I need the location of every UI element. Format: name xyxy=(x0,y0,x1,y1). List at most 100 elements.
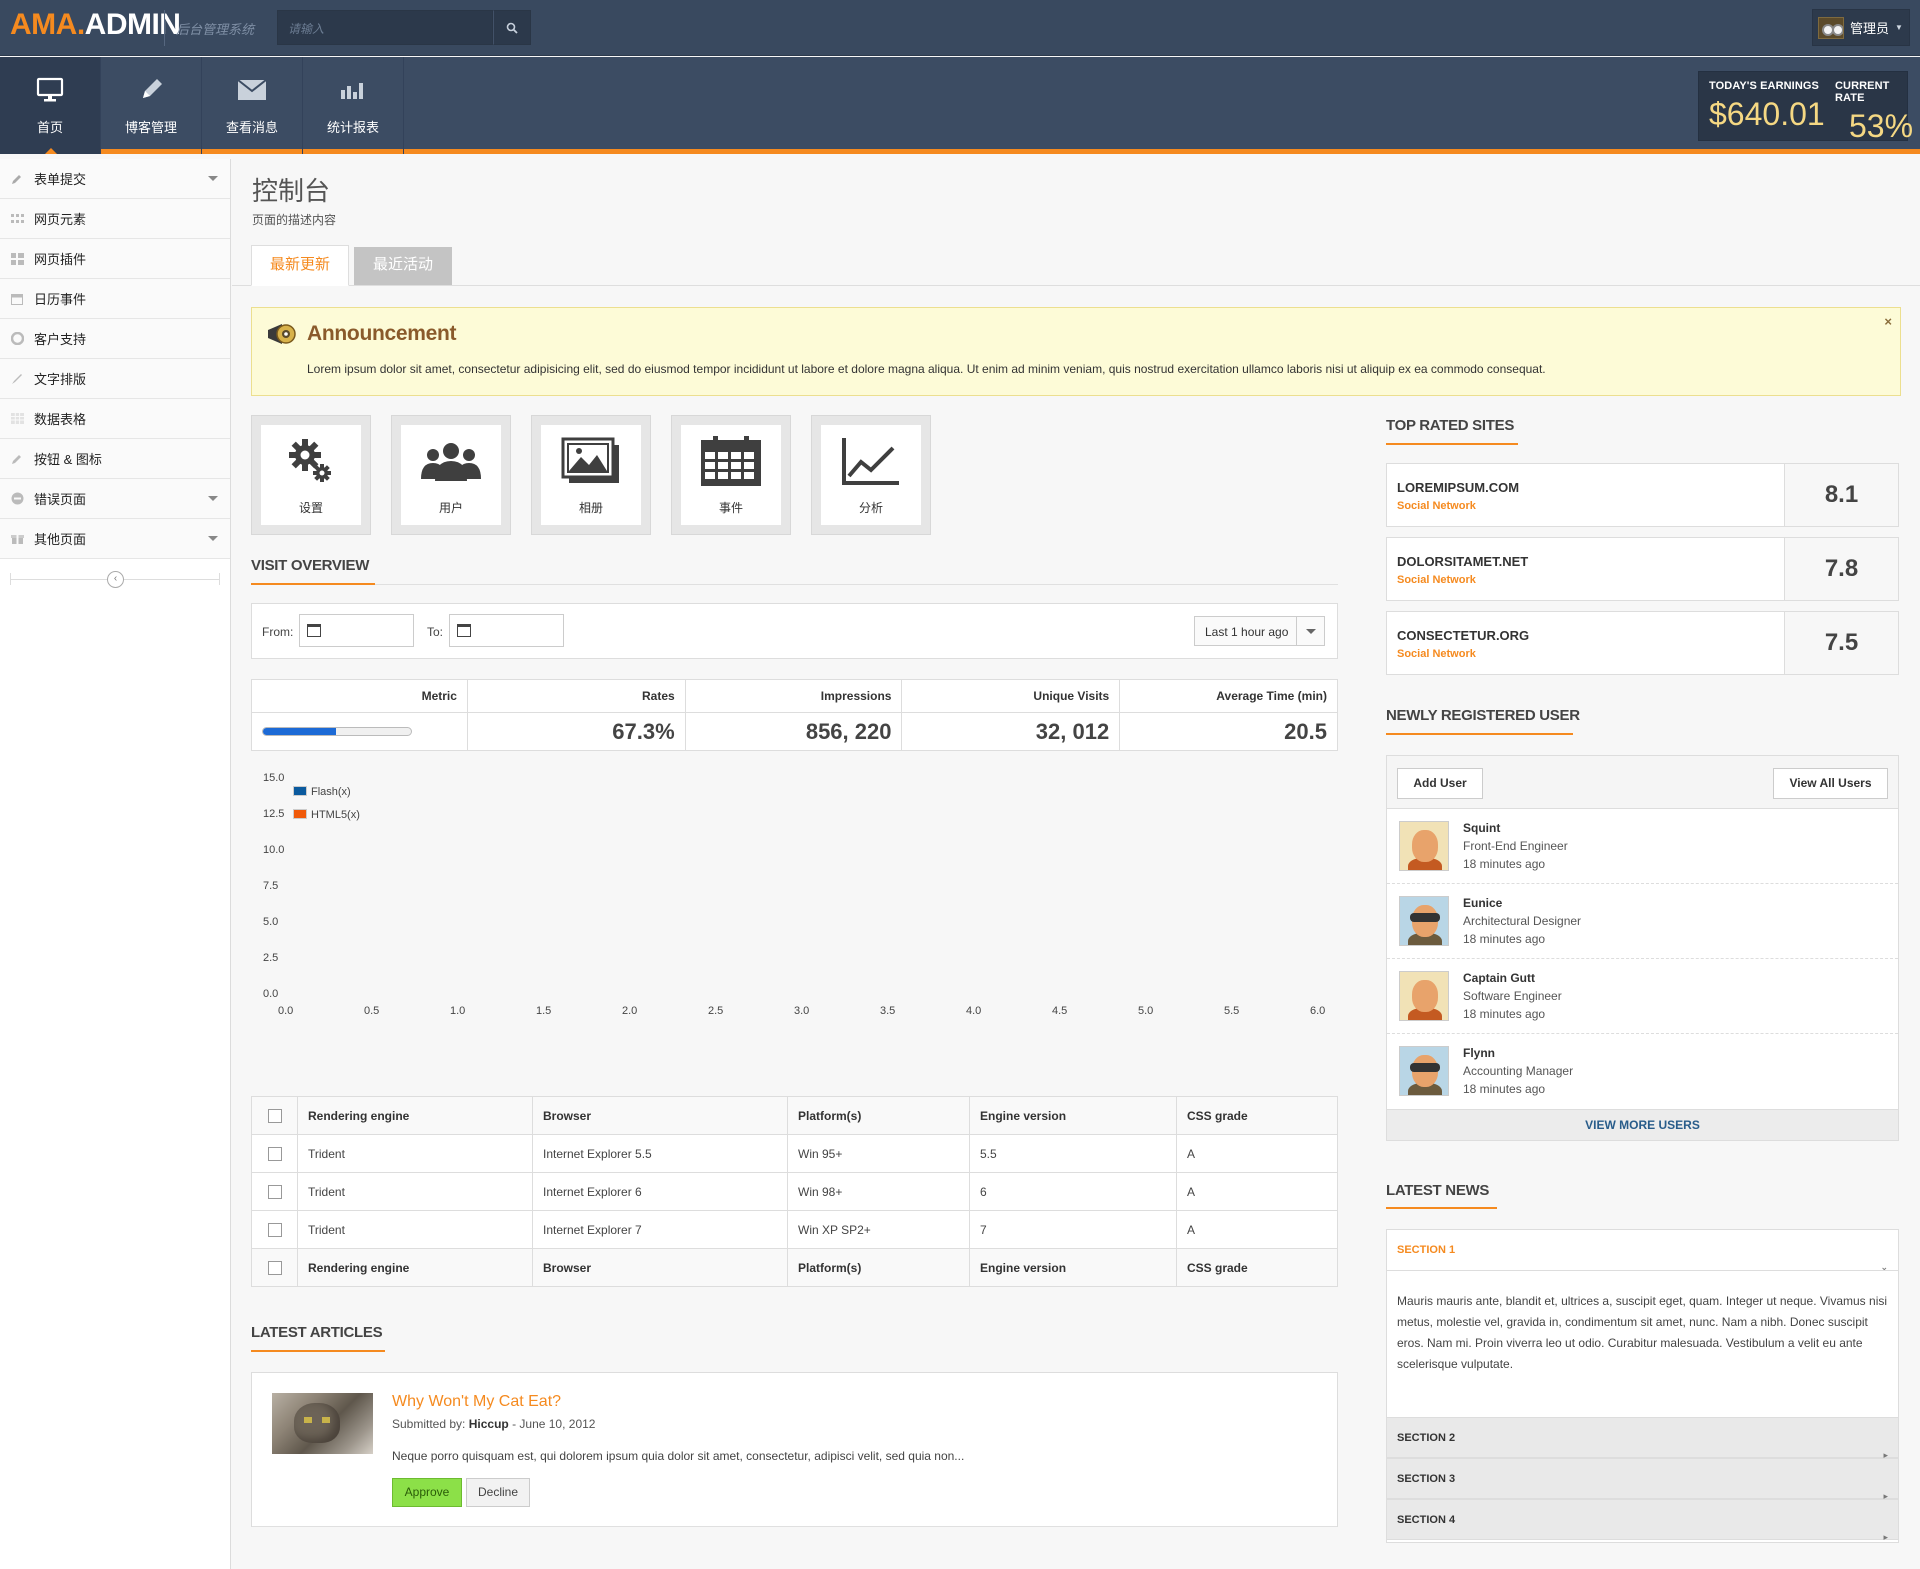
x-tick-label: 6.0 xyxy=(1310,1005,1326,1017)
decline-button[interactable]: Decline xyxy=(466,1478,530,1507)
close-button[interactable]: × xyxy=(1884,314,1892,329)
collapse-sidebar-button[interactable]: ‹ xyxy=(107,571,124,588)
sidebar-item-support[interactable]: 客户支持 xyxy=(0,319,230,359)
sidebar-item-elements[interactable]: 网页元素 xyxy=(0,199,230,239)
avatar xyxy=(1399,821,1449,871)
row-checkbox[interactable] xyxy=(251,1210,298,1249)
sidebar-item-calendar[interactable]: 日历事件 xyxy=(0,279,230,319)
site-card[interactable]: LOREMIPSUM.COM Social Network 8.1 xyxy=(1386,463,1899,527)
accordion-section-3[interactable]: SECTION 3 ▸ xyxy=(1387,1458,1898,1501)
avatar xyxy=(1399,971,1449,1021)
quick-button-analytics[interactable]: 分析 xyxy=(811,415,931,535)
table-cell: A xyxy=(1176,1210,1338,1249)
site-name: LOREMIPSUM.COM xyxy=(1397,480,1520,495)
section-underline xyxy=(1386,1207,1497,1209)
announcement: Announcement Lorem ipsum dolor sit amet,… xyxy=(251,307,1901,396)
nav-item-messages[interactable]: 查看消息 xyxy=(202,57,303,154)
tab-latest-updates[interactable]: 最新更新 xyxy=(251,245,349,286)
pencil-icon xyxy=(10,172,24,186)
unique-visits-header: Unique Visits xyxy=(901,679,1121,713)
x-tick-label: 4.5 xyxy=(1052,1005,1068,1017)
y-tick-label: 7.5 xyxy=(263,880,279,892)
calendar-icon xyxy=(10,292,24,306)
column-platforms[interactable]: Platform(s) xyxy=(787,1096,970,1135)
nav-item-blog[interactable]: 博客管理 xyxy=(101,57,202,154)
top-bar: AMA.ADMIN 后台管理系统 请输入 管理员 ▼ xyxy=(0,0,1920,56)
article-date: - June 10, 2012 xyxy=(508,1417,596,1431)
list-item[interactable]: Eunice Architectural Designer 18 minutes… xyxy=(1387,884,1898,959)
site-card[interactable]: DOLORSITAMET.NET Social Network 7.8 xyxy=(1386,537,1899,601)
accordion-section-label: SECTION 1 xyxy=(1397,1244,1456,1256)
add-user-button[interactable]: Add User xyxy=(1397,768,1483,799)
sidebar-item-label: 网页元素 xyxy=(34,212,87,227)
logo[interactable]: AMA.ADMIN xyxy=(10,8,181,42)
time-range-select[interactable]: Last 1 hour ago xyxy=(1194,616,1325,646)
sidebar-item-buttons-icons[interactable]: 按钮 & 图标 xyxy=(0,439,230,479)
search-input[interactable]: 请输入 xyxy=(277,10,493,45)
from-date-input[interactable] xyxy=(299,614,414,647)
tagline: 后台管理系统 xyxy=(176,22,255,37)
tab-recent-activity[interactable]: 最近活动 xyxy=(354,247,452,285)
quick-button-events[interactable]: 事件 xyxy=(671,415,791,535)
quick-button-label: 事件 xyxy=(718,501,743,515)
sidebar-item-typography[interactable]: 文字排版 xyxy=(0,359,230,399)
article-author[interactable]: Hiccup xyxy=(469,1417,509,1431)
search-icon xyxy=(506,22,518,34)
site-card[interactable]: CONSECTETUR.ORG Social Network 7.5 xyxy=(1386,611,1899,675)
nav-item-label: 首页 xyxy=(36,120,63,135)
column-browser: Browser xyxy=(532,1248,788,1287)
nav-item-reports[interactable]: 统计报表 xyxy=(303,57,404,154)
sidebar-item-error-pages[interactable]: 错误页面 xyxy=(0,479,230,519)
accordion-section-4[interactable]: SECTION 4 ▸ xyxy=(1387,1499,1898,1542)
view-all-users-button[interactable]: View All Users xyxy=(1773,768,1888,799)
accordion-section-label: SECTION 4 xyxy=(1397,1514,1456,1526)
table-cell: A xyxy=(1176,1134,1338,1173)
impressions-value: 856, 220 xyxy=(684,712,903,751)
users-icon xyxy=(401,433,501,488)
column-engine-version[interactable]: Engine version xyxy=(969,1096,1177,1135)
row-checkbox[interactable] xyxy=(251,1134,298,1173)
x-tick-label: 3.0 xyxy=(794,1005,810,1017)
quick-button-users[interactable]: 用户 xyxy=(391,415,511,535)
list-item[interactable]: Captain Gutt Software Engineer 18 minute… xyxy=(1387,959,1898,1034)
column-browser[interactable]: Browser xyxy=(532,1096,788,1135)
row-checkbox[interactable] xyxy=(251,1172,298,1211)
list-item[interactable]: Flynn Accounting Manager 18 minutes ago xyxy=(1387,1034,1898,1109)
list-item[interactable]: Squint Front-End Engineer 18 minutes ago xyxy=(1387,809,1898,884)
article-thumbnail xyxy=(272,1393,373,1454)
table-header-row: Rendering engine Browser Platform(s) Eng… xyxy=(251,1096,1338,1135)
divider xyxy=(219,573,220,585)
quick-button-settings[interactable]: 设置 xyxy=(251,415,371,535)
logo-divider xyxy=(164,10,165,46)
select-all-checkbox[interactable] xyxy=(251,1096,298,1135)
quick-button-gallery[interactable]: 相册 xyxy=(531,415,651,535)
sidebar-item-label: 数据表格 xyxy=(34,412,87,427)
sidebar-item-tables[interactable]: 数据表格 xyxy=(0,399,230,439)
view-more-users-link[interactable]: VIEW MORE USERS xyxy=(1387,1109,1898,1140)
nav-item-home[interactable]: 首页 xyxy=(0,57,101,154)
column-rendering-engine[interactable]: Rendering engine xyxy=(297,1096,533,1135)
accordion-section-2[interactable]: SECTION 2 ▸ xyxy=(1387,1417,1898,1460)
x-tick-label: 5.5 xyxy=(1224,1005,1240,1017)
user-name: 管理员 xyxy=(1850,21,1890,36)
select-all-checkbox[interactable] xyxy=(251,1248,298,1287)
search-button[interactable] xyxy=(493,10,531,45)
column-css-grade[interactable]: CSS grade xyxy=(1176,1096,1338,1135)
sidebar-item-label: 客户支持 xyxy=(34,332,87,347)
top-rated-sites-title: TOP RATED SITES xyxy=(1386,417,1515,434)
to-date-input[interactable] xyxy=(449,614,564,647)
table-cell: Internet Explorer 5.5 xyxy=(532,1134,788,1173)
users-panel-header: Add User View All Users xyxy=(1387,756,1898,809)
approve-button[interactable]: Approve xyxy=(392,1478,462,1507)
table-cell: Win XP SP2+ xyxy=(787,1210,970,1249)
browser-table: Rendering engine Browser Platform(s) Eng… xyxy=(251,1096,1338,1287)
page-description: 页面的描述内容 xyxy=(252,213,337,227)
article-title[interactable]: Why Won't My Cat Eat? xyxy=(392,1393,561,1411)
sidebar-item-plugins[interactable]: 网页插件 xyxy=(0,239,230,279)
x-tick-label: 1.0 xyxy=(450,1005,466,1017)
user-menu[interactable]: 管理员 ▼ xyxy=(1812,9,1910,46)
nav-item-label: 统计报表 xyxy=(326,120,379,135)
accordion-section-1[interactable]: SECTION 1 ⌄ xyxy=(1387,1230,1898,1272)
sidebar-item-other-pages[interactable]: 其他页面 xyxy=(0,519,230,559)
sidebar-item-forms[interactable]: 表单提交 xyxy=(0,159,230,199)
